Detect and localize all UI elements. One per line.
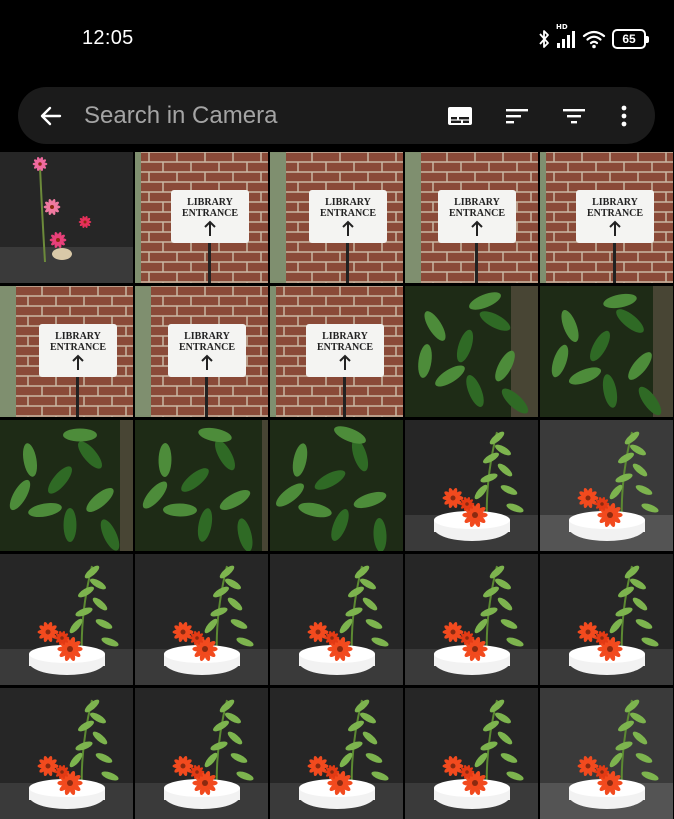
sign-text-line2: ENTRANCE xyxy=(317,342,373,353)
search-bar xyxy=(18,87,655,144)
search-input[interactable] xyxy=(84,98,384,134)
sign-text-line2: ENTRANCE xyxy=(179,342,235,353)
photo-image: LIBRARYENTRANCE xyxy=(135,286,268,417)
photo-image xyxy=(0,420,133,551)
photo-image: LIBRARYENTRANCE xyxy=(405,152,538,283)
battery-icon: 65 xyxy=(612,29,649,49)
wifi-icon xyxy=(582,29,606,49)
sign-text-line1: LIBRARY xyxy=(187,197,234,208)
photo-image: LIBRARYENTRANCE xyxy=(270,286,403,417)
photo-thumbnail[interactable] xyxy=(540,286,673,417)
sign-text-line2: ENTRANCE xyxy=(50,342,106,353)
photo-thumbnail[interactable] xyxy=(540,554,673,685)
status-time: 12:05 xyxy=(82,27,134,49)
photo-image xyxy=(540,420,673,551)
photo-thumbnail[interactable] xyxy=(270,688,403,819)
photo-image: LIBRARYENTRANCE xyxy=(135,152,268,283)
photo-thumbnail[interactable] xyxy=(270,554,403,685)
photo-image xyxy=(540,688,673,819)
sign-text-line1: LIBRARY xyxy=(454,197,501,208)
filter-icon[interactable] xyxy=(561,103,587,129)
battery-level: 65 xyxy=(622,32,636,46)
more-vert-icon[interactable] xyxy=(611,103,637,129)
photo-thumbnail[interactable] xyxy=(0,420,133,551)
photo-image xyxy=(270,554,403,685)
sign-text-line1: LIBRARY xyxy=(322,331,369,342)
sign-text-line1: LIBRARY xyxy=(592,197,639,208)
status-icons: HD 65 xyxy=(538,23,649,50)
photo-grid: LIBRARY ENTRANCE LIBRARY ENTRANCE LIBRARY ENT… xyxy=(0,152,674,819)
photo-image xyxy=(0,554,133,685)
photo-image xyxy=(135,688,268,819)
photo-thumbnail[interactable]: LIBRARY ENTRANCE xyxy=(540,152,673,283)
photo-thumbnail[interactable]: LIBRARY ENTRANCE xyxy=(270,152,403,283)
photo-image xyxy=(135,554,268,685)
subtitles-icon[interactable] xyxy=(447,103,473,129)
sign-text-line2: ENTRANCE xyxy=(587,208,643,219)
sign-text-line2: ENTRANCE xyxy=(449,208,505,219)
sign-text-line2: ENTRANCE xyxy=(320,208,376,219)
photo-image xyxy=(405,420,538,551)
sign-text-line2: ENTRANCE xyxy=(182,208,238,219)
photo-thumbnail[interactable] xyxy=(270,420,403,551)
photo-thumbnail[interactable] xyxy=(0,152,133,283)
photo-image xyxy=(270,688,403,819)
network-badge: HD xyxy=(556,23,568,31)
photo-image xyxy=(540,554,673,685)
photo-image: LIBRARYENTRANCE xyxy=(540,152,673,283)
photo-thumbnail[interactable] xyxy=(405,554,538,685)
sort-icon[interactable] xyxy=(504,103,530,129)
sign-text-line1: LIBRARY xyxy=(325,197,372,208)
photo-image xyxy=(135,420,268,551)
sign-text-line1: LIBRARY xyxy=(184,331,231,342)
photo-image: LIBRARYENTRANCE xyxy=(0,286,133,417)
bluetooth-icon xyxy=(538,29,550,49)
photo-thumbnail[interactable] xyxy=(135,688,268,819)
photo-thumbnail[interactable] xyxy=(135,554,268,685)
photo-image xyxy=(405,554,538,685)
photo-thumbnail[interactable]: LIBRARY ENTRANCE xyxy=(405,152,538,283)
photo-image: LIBRARYENTRANCE xyxy=(270,152,403,283)
photo-image xyxy=(270,420,403,551)
photo-image xyxy=(0,152,133,283)
photo-thumbnail[interactable]: LIBRARY ENTRANCE xyxy=(135,152,268,283)
photo-thumbnail[interactable]: LIBRARY ENTRANCE xyxy=(0,286,133,417)
photo-thumbnail[interactable] xyxy=(0,688,133,819)
photo-thumbnail[interactable] xyxy=(405,420,538,551)
signal-icon: HD xyxy=(556,23,576,49)
photo-thumbnail[interactable] xyxy=(405,286,538,417)
photo-thumbnail[interactable]: LIBRARY ENTRANCE xyxy=(270,286,403,417)
photo-thumbnail[interactable]: LIBRARY ENTRANCE xyxy=(135,286,268,417)
photo-image xyxy=(405,688,538,819)
sign-text-line1: LIBRARY xyxy=(55,331,102,342)
photo-image xyxy=(0,688,133,819)
photo-image xyxy=(540,286,673,417)
photo-thumbnail[interactable] xyxy=(135,420,268,551)
photo-thumbnail[interactable] xyxy=(0,554,133,685)
photo-thumbnail[interactable] xyxy=(540,420,673,551)
photo-thumbnail[interactable] xyxy=(405,688,538,819)
back-arrow-icon[interactable] xyxy=(38,103,64,129)
photo-thumbnail[interactable] xyxy=(540,688,673,819)
status-bar: 12:05 HD 65 xyxy=(0,0,674,78)
photo-image xyxy=(405,286,538,417)
